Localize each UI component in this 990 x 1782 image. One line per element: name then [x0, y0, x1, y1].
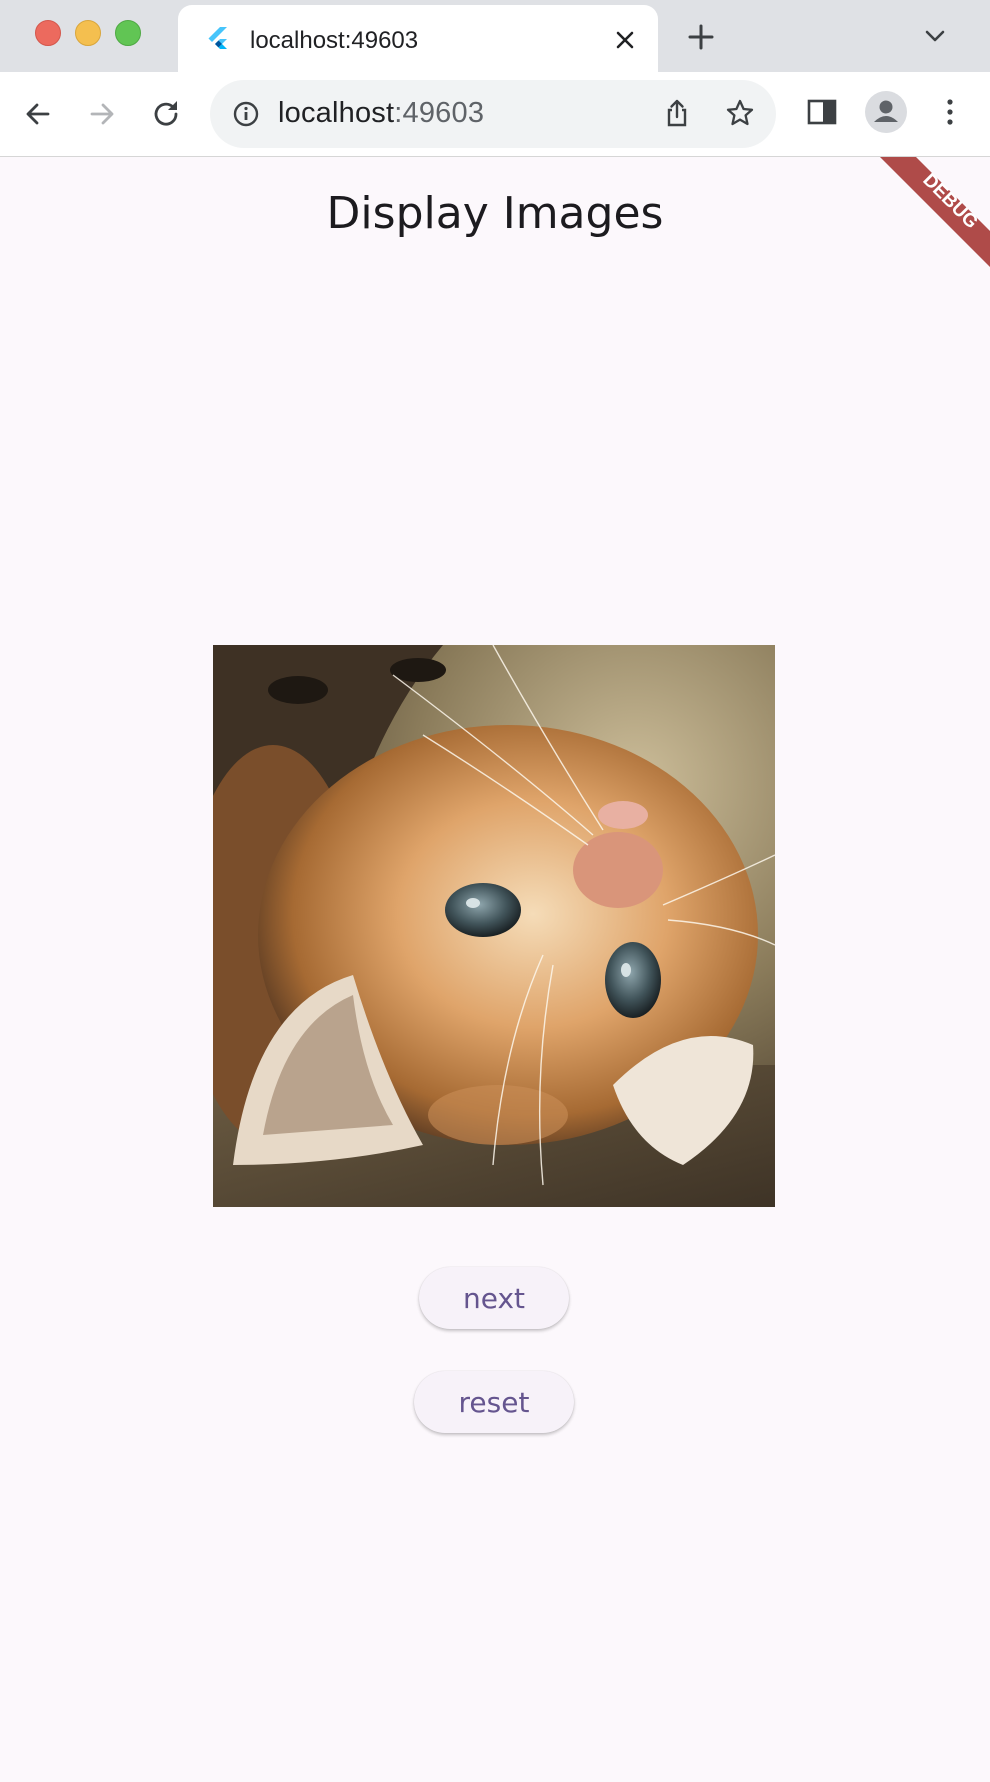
minimize-window-button[interactable] — [75, 20, 101, 46]
more-vert-icon[interactable] — [932, 94, 968, 130]
tab-title: localhost:49603 — [250, 27, 419, 54]
maximize-window-button[interactable] — [115, 20, 141, 46]
close-window-button[interactable] — [35, 20, 61, 46]
back-arrow-icon[interactable] — [22, 98, 54, 130]
reload-icon[interactable] — [150, 98, 182, 130]
reset-button[interactable]: reset — [414, 1371, 574, 1433]
kitten-image — [213, 645, 775, 1207]
forward-arrow-icon[interactable] — [86, 98, 118, 130]
url-text[interactable]: localhost:49603 — [278, 97, 484, 130]
browser-toolbar: localhost:49603 — [0, 72, 990, 157]
close-icon[interactable] — [614, 29, 636, 51]
info-icon[interactable] — [232, 100, 260, 128]
browser-tab[interactable]: localhost:49603 — [178, 5, 658, 72]
page-title: Display Images — [326, 188, 664, 239]
plus-icon[interactable] — [688, 24, 714, 50]
profile-avatar-icon[interactable] — [864, 90, 908, 134]
bookmark-star-icon[interactable] — [725, 98, 755, 128]
chevron-down-icon[interactable] — [924, 28, 946, 44]
flutter-icon — [208, 27, 227, 49]
next-button[interactable]: next — [419, 1267, 569, 1329]
browser-tab-strip: localhost:49603 — [0, 0, 990, 72]
url-host: localhost — [278, 97, 395, 129]
url-port: :49603 — [394, 97, 485, 129]
kitten-photo-illustration — [213, 645, 775, 1207]
share-icon[interactable] — [662, 98, 692, 128]
address-bar[interactable]: localhost:49603 — [210, 80, 776, 148]
side-panel-icon[interactable] — [804, 94, 840, 130]
